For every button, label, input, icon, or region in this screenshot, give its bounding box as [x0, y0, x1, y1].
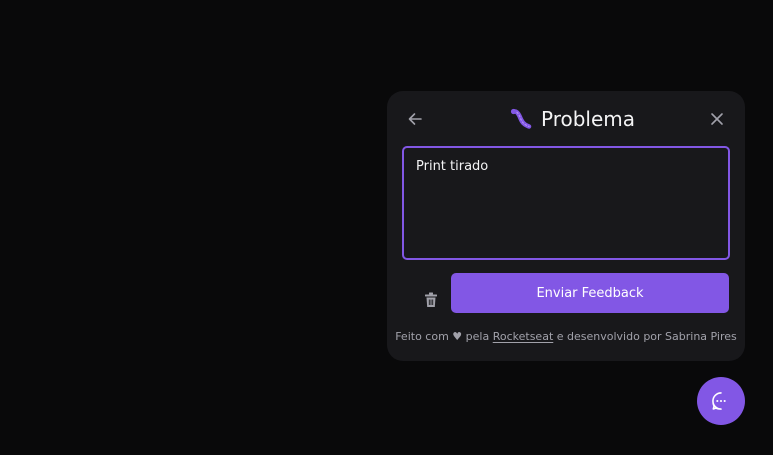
heart-icon: ♥	[452, 330, 463, 343]
trash-icon	[425, 292, 437, 307]
rocketseat-link[interactable]: Rocketseat	[493, 330, 554, 343]
arrow-left-icon	[408, 113, 422, 125]
chat-bubble-icon	[712, 392, 726, 410]
delete-screenshot-button[interactable]	[424, 292, 438, 308]
widget-header: Problema	[509, 104, 635, 134]
submit-feedback-button[interactable]: Enviar Feedback	[451, 273, 729, 313]
footer-suffix: e desenvolvido por Sabrina Pires	[556, 330, 737, 343]
worm-icon	[510, 108, 532, 129]
footer-pela: pela	[465, 330, 490, 343]
close-button[interactable]	[708, 110, 726, 128]
open-feedback-button[interactable]	[697, 377, 745, 425]
widget-title: Problema	[541, 107, 636, 131]
footer-prefix: Feito com	[395, 330, 449, 343]
feedback-textarea[interactable]: Print tirado	[402, 146, 730, 260]
close-icon	[711, 113, 723, 125]
footer-credits: Feito com ♥ pela Rocketseat e desenvolvi…	[387, 330, 745, 343]
back-button[interactable]	[406, 110, 424, 128]
